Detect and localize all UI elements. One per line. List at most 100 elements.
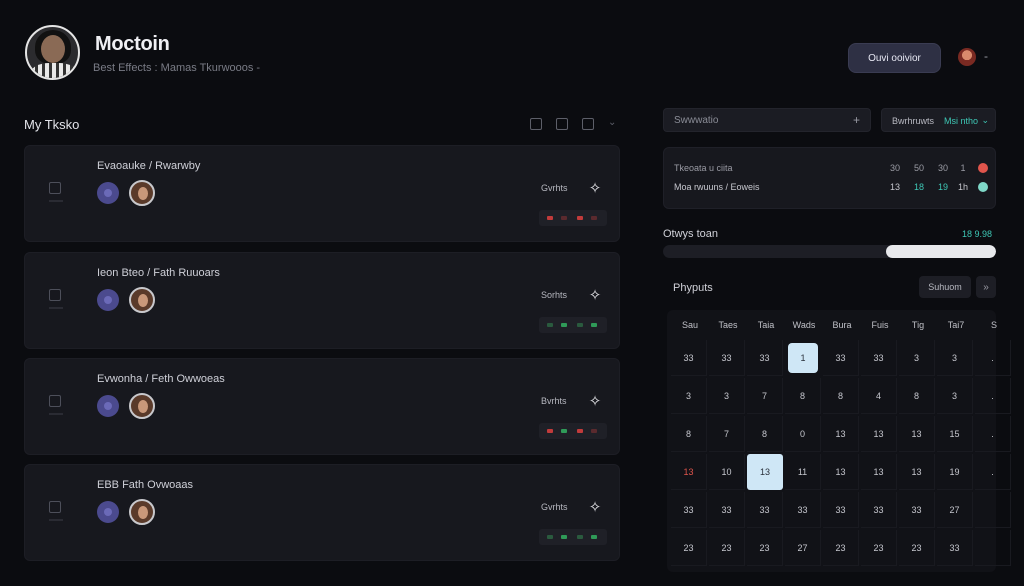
calendar-day[interactable]: 13 bbox=[861, 416, 897, 452]
avatar-face bbox=[41, 35, 65, 63]
task-avatar[interactable] bbox=[129, 180, 155, 206]
stat-value: 50 bbox=[913, 163, 924, 173]
profile-avatar[interactable] bbox=[25, 25, 80, 80]
user-menu[interactable]: - bbox=[958, 48, 998, 68]
progress-bar bbox=[663, 245, 996, 258]
calendar-day[interactable]: 19 bbox=[937, 454, 973, 490]
stat-row: Tkeoata u ciita 30 50 30 1 bbox=[674, 162, 989, 176]
calendar-day[interactable]: 13 bbox=[823, 416, 859, 452]
calendar-day[interactable]: 0 bbox=[785, 416, 821, 452]
calendar-day[interactable]: 33 bbox=[747, 492, 783, 528]
grid-view-icon[interactable] bbox=[530, 118, 542, 130]
task-avatar[interactable] bbox=[129, 393, 155, 419]
task-meta: Bvrhts bbox=[541, 396, 567, 406]
search-input[interactable] bbox=[674, 113, 844, 127]
calendar-day[interactable] bbox=[975, 492, 1011, 528]
calendar-day[interactable]: 33 bbox=[823, 492, 859, 528]
calendar-day[interactable]: 8 bbox=[899, 378, 935, 414]
calendar-day[interactable]: 33 bbox=[785, 492, 821, 528]
task-avatar[interactable] bbox=[129, 287, 155, 313]
calendar-day[interactable]: 23 bbox=[747, 530, 783, 566]
calendar-day[interactable]: 27 bbox=[785, 530, 821, 566]
calendar-day[interactable]: 7 bbox=[747, 378, 783, 414]
calendar-day[interactable]: 23 bbox=[899, 530, 935, 566]
calendar-day[interactable]: 4 bbox=[861, 378, 897, 414]
task-card[interactable]: Evwonha / Feth Owwoeas Bvrhts ✧ bbox=[24, 358, 620, 455]
primary-action-button[interactable]: Ouvi ooivior bbox=[848, 43, 941, 73]
board-view-icon[interactable] bbox=[582, 118, 594, 130]
calendar-day[interactable]: . bbox=[975, 378, 1011, 414]
calendar-day-selected[interactable]: 13 bbox=[747, 454, 783, 490]
calendar-day[interactable]: 8 bbox=[823, 378, 859, 414]
page-subtitle: Best Effects : Mamas Tkurwooos - bbox=[93, 62, 261, 74]
month-select-button[interactable]: Suhuom bbox=[919, 276, 971, 298]
calendar-day[interactable]: 13 bbox=[823, 454, 859, 490]
calendar-day[interactable]: 3 bbox=[937, 340, 973, 376]
calendar-day[interactable]: . bbox=[975, 340, 1011, 376]
calendar-day[interactable]: 3 bbox=[937, 378, 973, 414]
add-icon[interactable]: + bbox=[853, 113, 860, 127]
task-checkbox[interactable] bbox=[49, 501, 61, 513]
calendar-day[interactable]: 10 bbox=[709, 454, 745, 490]
calendar-day[interactable]: 3 bbox=[899, 340, 935, 376]
settings-icon[interactable]: ✧ bbox=[587, 288, 603, 304]
avatar-shirt bbox=[31, 63, 77, 78]
calendar-day[interactable]: 33 bbox=[747, 340, 783, 376]
task-checkbox[interactable] bbox=[49, 182, 61, 194]
task-status-strip bbox=[539, 210, 607, 226]
calendar-weekday: Taia bbox=[757, 320, 775, 330]
status-dot bbox=[978, 182, 988, 192]
calendar-day[interactable]: 3 bbox=[671, 378, 707, 414]
stat-value: 30 bbox=[937, 163, 948, 173]
calendar-day[interactable]: 33 bbox=[899, 492, 935, 528]
task-checkbox[interactable] bbox=[49, 395, 61, 407]
calendar-day[interactable]: . bbox=[975, 454, 1011, 490]
calendar-day[interactable] bbox=[975, 530, 1011, 566]
stat-value: 13 bbox=[889, 182, 900, 192]
calendar-day[interactable]: 33 bbox=[709, 340, 745, 376]
stat-row: Moa rwuuns / Eoweis 13 18 19 1h bbox=[674, 181, 989, 195]
task-status-strip bbox=[539, 423, 607, 439]
settings-icon[interactable]: ✧ bbox=[587, 394, 603, 410]
calendar-day[interactable]: 27 bbox=[937, 492, 973, 528]
task-card[interactable]: Ieon Bteo / Fath Ruuoars Sorhts ✧ bbox=[24, 252, 620, 349]
calendar-day[interactable]: 15 bbox=[937, 416, 973, 452]
calendar-day[interactable]: 33 bbox=[861, 340, 897, 376]
next-month-button[interactable]: » bbox=[976, 276, 996, 298]
task-card[interactable]: Evaoauke / Rwarwby Gvrhts ✧ bbox=[24, 145, 620, 242]
calendar-day-today[interactable]: 1 bbox=[788, 343, 818, 373]
calendar-day[interactable]: . bbox=[975, 416, 1011, 452]
calendar-day[interactable]: 13 bbox=[899, 454, 935, 490]
calendar-day[interactable]: 11 bbox=[785, 454, 821, 490]
stat-name: Moa rwuuns / Eoweis bbox=[674, 182, 760, 192]
calendar-day[interactable]: 8 bbox=[747, 416, 783, 452]
calendar-day[interactable]: 33 bbox=[823, 340, 859, 376]
calendar-day[interactable]: 33 bbox=[671, 340, 707, 376]
calendar-day[interactable]: 8 bbox=[671, 416, 707, 452]
search-field[interactable]: + bbox=[663, 108, 871, 132]
calendar-day[interactable]: 23 bbox=[671, 530, 707, 566]
calendar-day[interactable]: 33 bbox=[861, 492, 897, 528]
task-checkbox[interactable] bbox=[49, 289, 61, 301]
calendar-weekday: Bura bbox=[832, 320, 852, 330]
calendar-day[interactable]: 23 bbox=[861, 530, 897, 566]
calendar-day[interactable]: 33 bbox=[937, 530, 973, 566]
calendar-day[interactable]: 13 bbox=[899, 416, 935, 452]
calendar-day[interactable]: 13 bbox=[671, 454, 707, 490]
calendar-day[interactable]: 23 bbox=[709, 530, 745, 566]
calendar-weekday: Wads bbox=[792, 320, 816, 330]
settings-icon[interactable]: ✧ bbox=[587, 500, 603, 516]
settings-icon[interactable]: ✧ bbox=[587, 181, 603, 197]
filter-dropdown[interactable]: Bwrhruwts Msi ntho ⌄ bbox=[881, 108, 996, 132]
task-card[interactable]: EBB Fath Ovwoaas Gvrhts ✧ bbox=[24, 464, 620, 561]
calendar-day[interactable]: 8 bbox=[785, 378, 821, 414]
calendar-day[interactable]: 7 bbox=[709, 416, 745, 452]
calendar-day[interactable]: 33 bbox=[709, 492, 745, 528]
calendar-day[interactable]: 13 bbox=[861, 454, 897, 490]
calendar-day[interactable]: 3 bbox=[709, 378, 745, 414]
list-view-icon[interactable] bbox=[556, 118, 568, 130]
calendar-day[interactable]: 23 bbox=[823, 530, 859, 566]
chevron-down-icon[interactable]: ⌄ bbox=[608, 118, 620, 130]
task-avatar[interactable] bbox=[129, 499, 155, 525]
calendar-day[interactable]: 33 bbox=[671, 492, 707, 528]
